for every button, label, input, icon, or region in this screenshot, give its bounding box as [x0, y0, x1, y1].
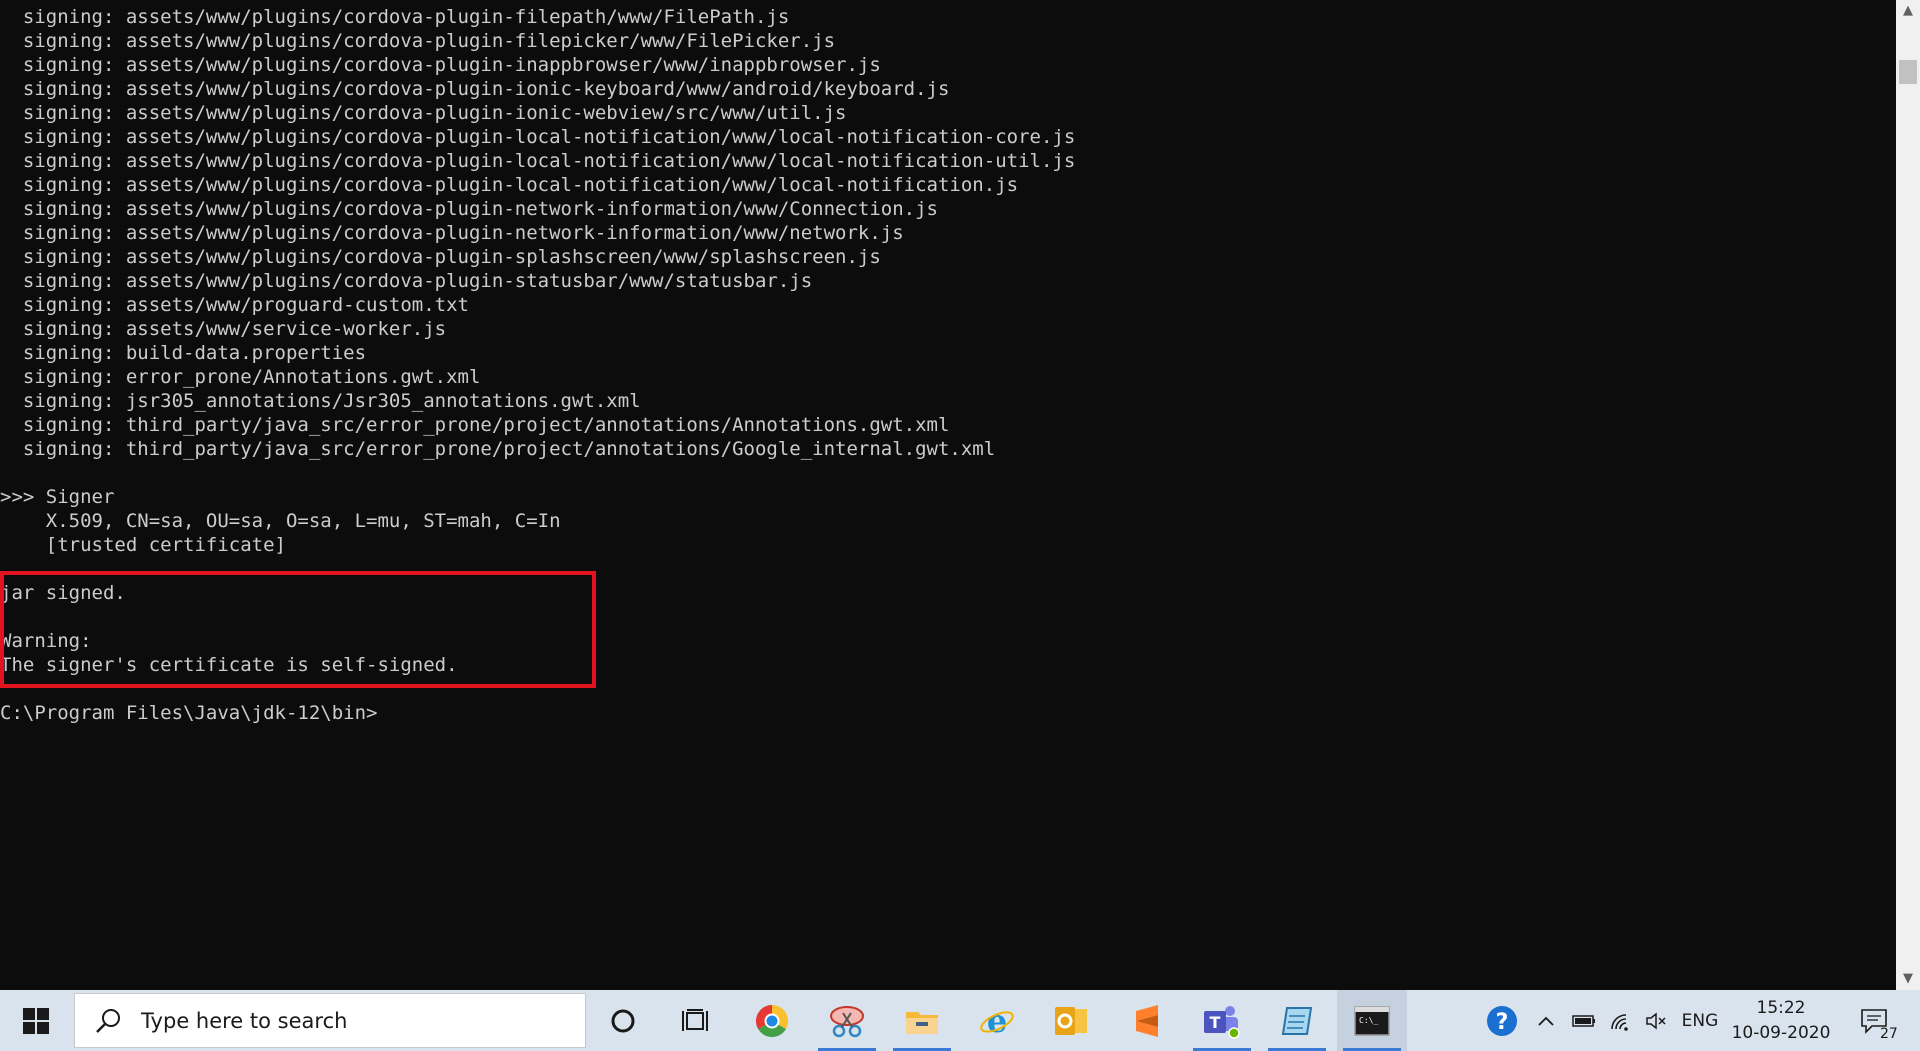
start-button[interactable] — [0, 990, 72, 1051]
console-line: signing: assets/www/plugins/cordova-plug… — [0, 198, 938, 220]
windows-logo-icon — [23, 1007, 49, 1034]
clock-time: 15:22 — [1756, 998, 1806, 1018]
vertical-scrollbar[interactable]: ▲ ▼ — [1896, 0, 1920, 990]
chevron-up-icon — [1538, 1016, 1554, 1026]
clock[interactable]: 15:22 10-09-2020 — [1726, 996, 1836, 1046]
console-line: signing: build-data.properties — [0, 342, 367, 364]
battery-button[interactable] — [1568, 990, 1600, 1051]
notepad-icon — [1281, 1006, 1313, 1035]
console-line: signing: assets/www/plugins/cordova-plug… — [0, 270, 813, 292]
console-line: [trusted certificate] — [0, 534, 286, 556]
language-indicator[interactable]: ENG — [1678, 990, 1722, 1051]
console-line: signing: assets/www/plugins/cordova-plug… — [0, 78, 950, 100]
console-line: signing: assets/www/plugins/cordova-plug… — [0, 126, 1076, 148]
console-line: signing: assets/www/plugins/cordova-plug… — [0, 30, 836, 52]
help-button[interactable]: ? — [1482, 990, 1522, 1051]
task-view-icon — [682, 1008, 708, 1031]
help-icon: ? — [1487, 1005, 1517, 1036]
search-icon — [96, 1008, 120, 1033]
notification-count-badge: 27 — [1880, 1026, 1898, 1042]
svg-text:C:\_: C:\_ — [1359, 1016, 1378, 1025]
taskbar-search-box[interactable] — [74, 993, 586, 1048]
console-line: signing: assets/www/plugins/cordova-plug… — [0, 246, 881, 268]
scroll-thumb[interactable] — [1899, 60, 1917, 84]
console-line: signing: assets/www/service-worker.js — [0, 318, 447, 340]
command-prompt-button[interactable]: C:\_ — [1337, 990, 1407, 1051]
volume-muted-icon — [1646, 1011, 1666, 1030]
console-line: signing: assets/www/plugins/cordova-plug… — [0, 6, 790, 28]
outlook-icon — [1055, 1006, 1087, 1035]
wifi-button[interactable] — [1604, 990, 1636, 1051]
outlook-button[interactable] — [1036, 990, 1106, 1051]
command-prompt-icon: C:\_ — [1354, 1005, 1390, 1036]
sublime-text-button[interactable] — [1112, 990, 1182, 1051]
console-line: signing: assets/www/plugins/cordova-plug… — [0, 150, 1076, 172]
show-hidden-icons-button[interactable] — [1532, 990, 1560, 1051]
chrome-button[interactable] — [737, 990, 807, 1051]
wifi-icon — [1611, 1013, 1628, 1031]
console-line: signing: third_party/java_src/error_pron… — [0, 438, 996, 460]
internet-explorer-icon: e — [980, 1003, 1014, 1039]
task-view-button[interactable] — [660, 990, 730, 1051]
clock-date: 10-09-2020 — [1731, 1023, 1831, 1043]
file-explorer-button[interactable] — [887, 990, 957, 1051]
highlight-box — [0, 571, 596, 688]
volume-button[interactable] — [1640, 990, 1672, 1051]
console-line: signing: assets/www/plugins/cordova-plug… — [0, 54, 881, 76]
snipping-tool-icon — [830, 1005, 864, 1037]
search-input[interactable] — [139, 1007, 563, 1034]
console-window[interactable]: signing: assets/www/plugins/cordova-plug… — [0, 0, 1896, 990]
console-line: X.509, CN=sa, OU=sa, O=sa, L=mu, ST=mah,… — [0, 510, 561, 532]
console-line: signing: jsr305_annotations/Jsr305_annot… — [0, 390, 641, 412]
console-line: signing: third_party/java_src/error_pron… — [0, 414, 950, 436]
battery-icon — [1572, 1014, 1595, 1027]
console-line: signing: error_prone/Annotations.gwt.xml — [0, 366, 481, 388]
console-line: signing: assets/www/plugins/cordova-plug… — [0, 174, 1019, 196]
svg-text:?: ? — [1496, 1010, 1509, 1035]
svg-text:e: e — [987, 1003, 1007, 1039]
scroll-down-arrow-icon[interactable]: ▼ — [1896, 968, 1920, 990]
console-line: signing: assets/www/plugins/cordova-plug… — [0, 102, 847, 124]
teams-icon: T — [1204, 1005, 1240, 1039]
console-line: signing: assets/www/proguard-custom.txt — [0, 294, 469, 316]
console-line: C:\Program Files\Java\jdk-12\bin> — [0, 702, 378, 724]
file-explorer-icon — [906, 1011, 938, 1034]
cortana-button[interactable] — [588, 990, 658, 1051]
console-line: signing: assets/www/plugins/cordova-plug… — [0, 222, 904, 244]
scroll-up-arrow-icon[interactable]: ▲ — [1896, 0, 1920, 22]
internet-explorer-button[interactable]: e — [962, 990, 1032, 1051]
sublime-text-icon — [1136, 1004, 1158, 1037]
svg-text:T: T — [1210, 1013, 1221, 1032]
snipping-tool-button[interactable] — [812, 990, 882, 1051]
taskbar: e T — [0, 990, 1920, 1051]
console-line: >>> Signer — [0, 486, 115, 508]
notepad-button[interactable] — [1262, 990, 1332, 1051]
chrome-icon — [755, 1004, 789, 1037]
teams-button[interactable]: T — [1187, 990, 1257, 1051]
cortana-icon — [611, 1009, 635, 1032]
